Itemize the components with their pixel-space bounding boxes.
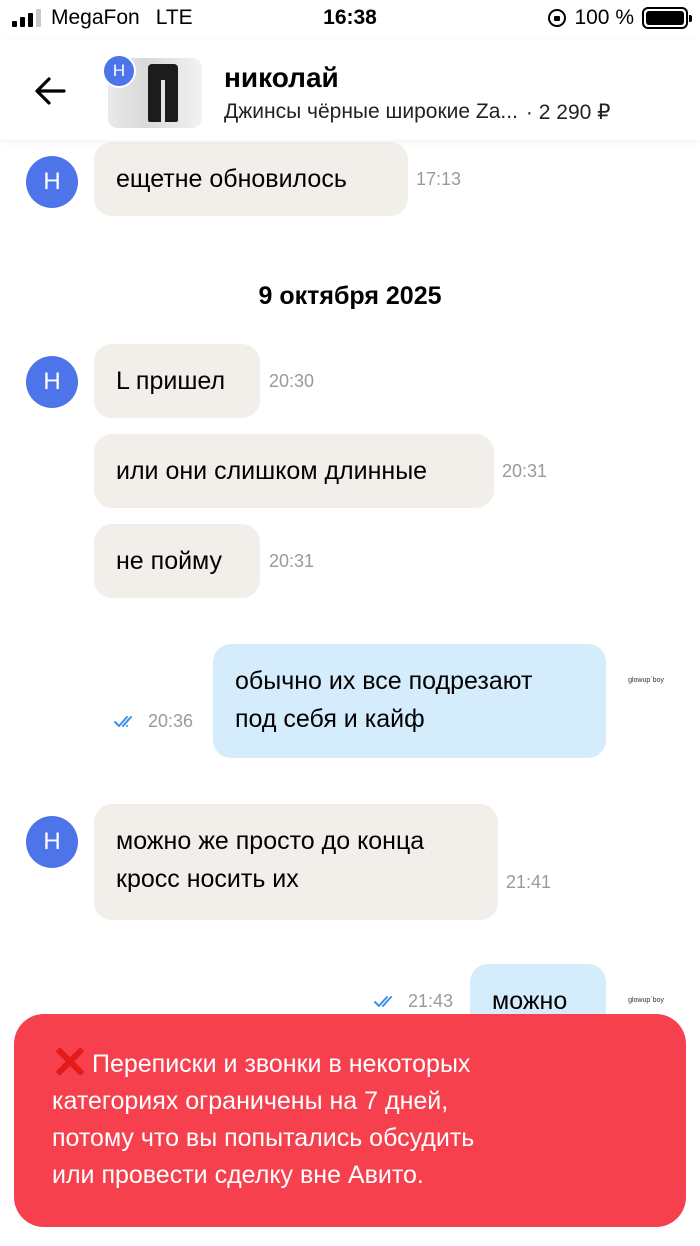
own-avatar[interactable]: glowup`boy: [620, 654, 672, 706]
chat-header: Н николай Джинсы чёрные широкие Za... · …: [0, 40, 700, 140]
notice-line: категориях ограничены на 7 дней,: [52, 1087, 449, 1115]
contact-name[interactable]: николай: [224, 62, 339, 94]
message-time: 21:43: [408, 991, 454, 1011]
message-status: 21:43: [374, 991, 453, 1012]
message-time: 20:31: [502, 461, 548, 481]
message-text-line: обычно их все подрезают: [235, 667, 533, 695]
message-bubble[interactable]: не пойму: [94, 524, 260, 598]
double-check-icon: [114, 715, 132, 727]
message-status: 20:36: [114, 711, 193, 732]
cross-mark-icon: [52, 1046, 86, 1076]
message-bubble[interactable]: или они слишком длинные: [94, 434, 494, 508]
message-text: можно: [492, 987, 568, 1015]
message-text: или они слишком длинные: [116, 457, 428, 485]
battery-percent: 100 %: [574, 6, 634, 29]
status-bar: MegaFon LTE 16:38 100 %: [0, 0, 700, 40]
item-price: · 2 290 ₽: [525, 101, 611, 124]
message-bubble[interactable]: L пришел: [94, 344, 260, 418]
message-bubble[interactable]: ещетне обновилось: [94, 142, 408, 216]
message-text: не пойму: [116, 547, 223, 575]
message-bubble[interactable]: обычно их все подрезают под себя и кайф: [213, 644, 606, 758]
item-title: Джинсы чёрные широкие Za...: [224, 100, 518, 123]
message-time: 20:36: [148, 711, 194, 731]
message-text-line: можно же просто до конца: [116, 827, 425, 855]
message-text-line: кросс носить их: [116, 865, 299, 893]
date-separator: 9 октября 2025: [258, 282, 442, 310]
sender-avatar[interactable]: Н: [26, 156, 78, 208]
notice-line: потому что вы попытались обсудить: [52, 1124, 475, 1152]
message-time: 17:13: [416, 169, 462, 189]
restriction-notice: Переписки и звонки в некоторых категория…: [14, 1014, 686, 1227]
sender-avatar[interactable]: Н: [26, 816, 78, 868]
notice-line: или провести сделку вне Авито.: [52, 1161, 424, 1189]
message-time: 20:30: [269, 371, 315, 391]
back-arrow-icon[interactable]: [30, 70, 72, 112]
notice-line: Переписки и звонки в некоторых: [92, 1050, 471, 1078]
message-time: 21:41: [506, 872, 552, 892]
sender-avatar[interactable]: Н: [26, 356, 78, 408]
message-text: ещетне обновилось: [116, 165, 347, 193]
message-text-line: под себя и кайф: [235, 705, 425, 733]
battery-icon: [642, 7, 692, 29]
message-time: 20:31: [269, 551, 315, 571]
double-check-icon: [374, 995, 392, 1007]
item-info[interactable]: Джинсы чёрные широкие Za... · 2 290 ₽: [224, 100, 684, 125]
message-bubble[interactable]: можно же просто до конца кросс носить их: [94, 804, 498, 920]
seller-avatar: Н: [102, 54, 136, 88]
orientation-lock-icon: [548, 9, 567, 27]
message-text: L пришел: [116, 367, 226, 395]
